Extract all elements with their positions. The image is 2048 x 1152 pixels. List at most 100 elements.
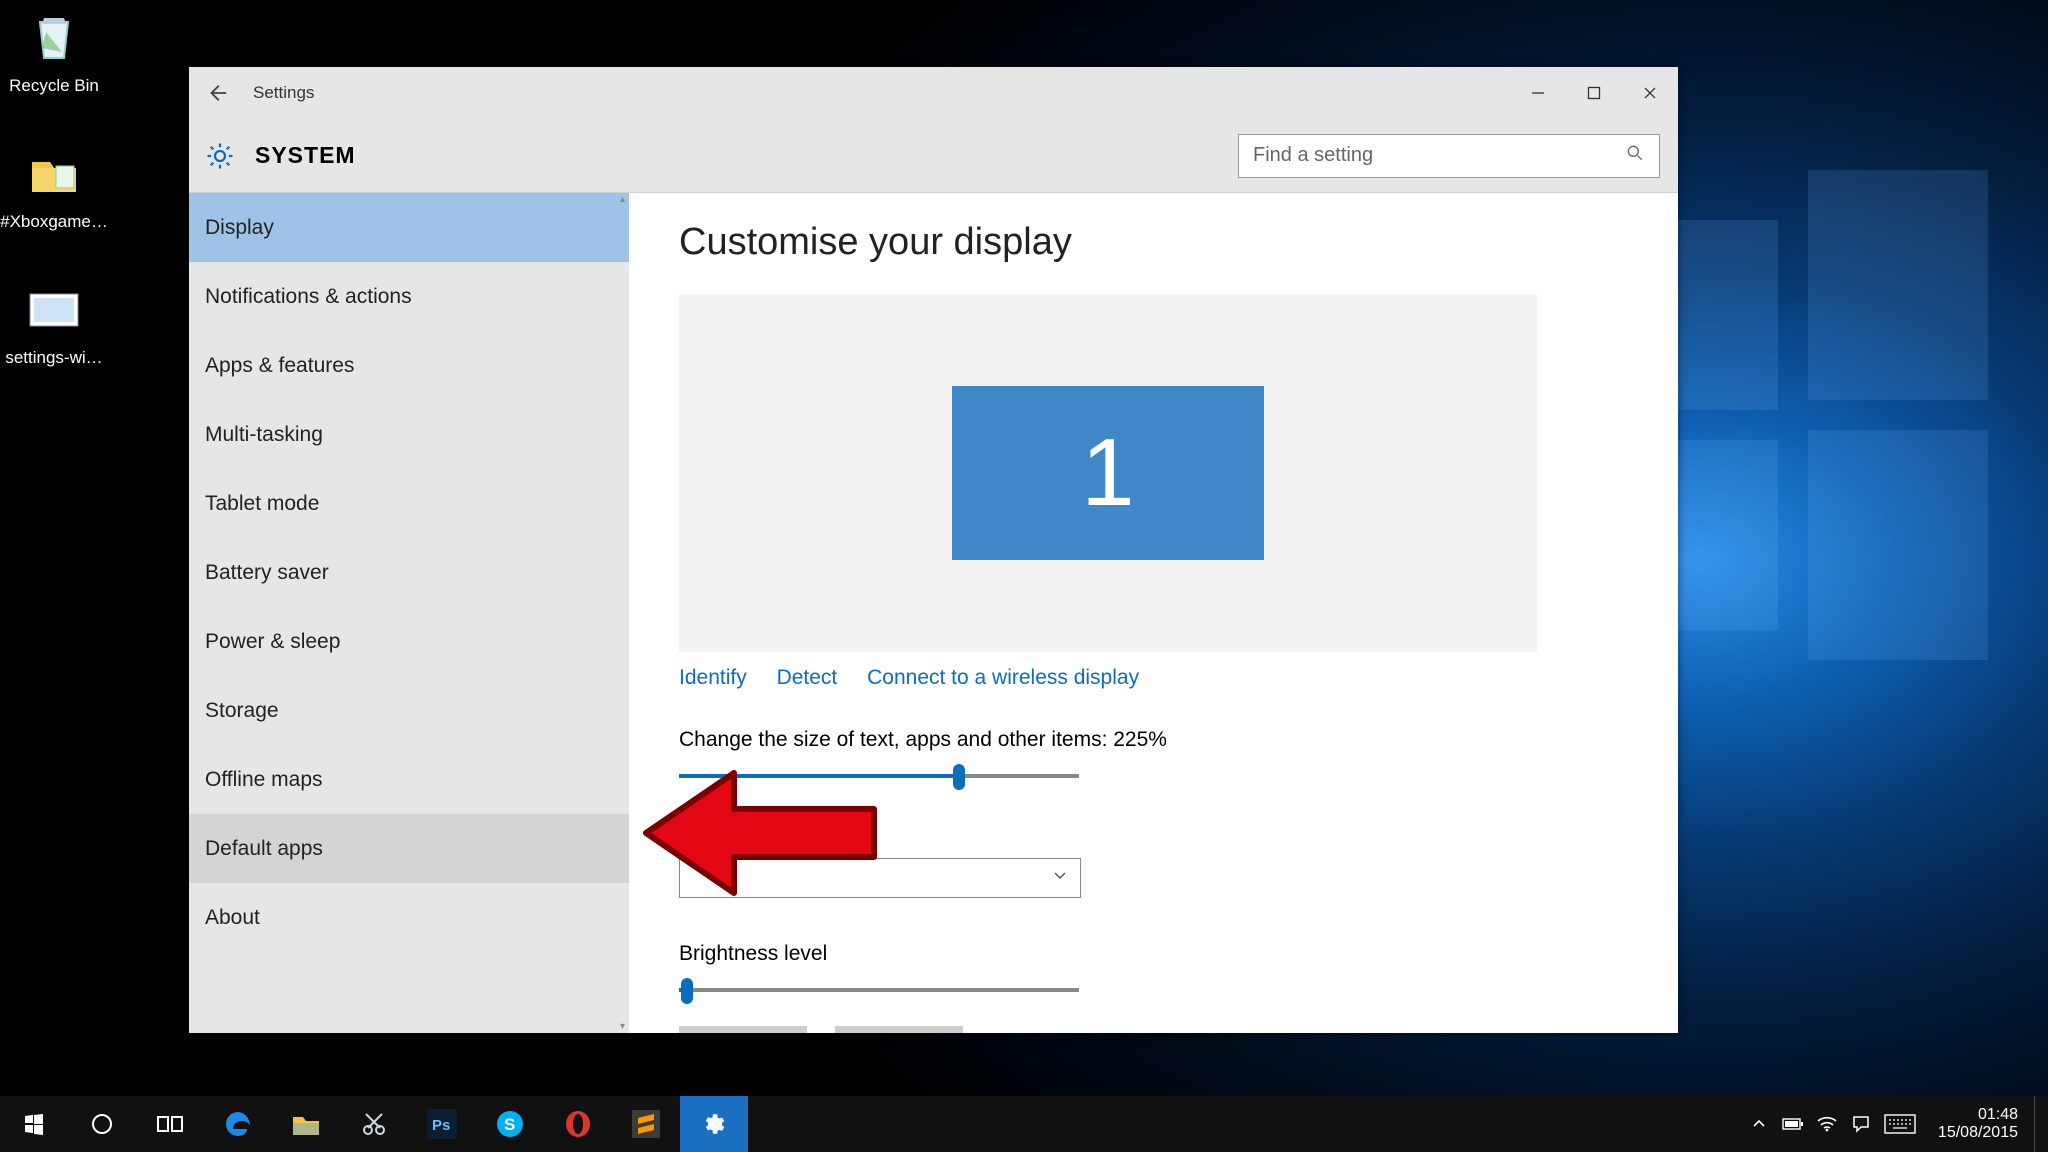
close-icon [1643, 86, 1657, 100]
display-action-links: Identify Detect Connect to a wireless di… [679, 666, 1628, 690]
taskbar-app-settings[interactable] [680, 1096, 748, 1152]
tray-battery[interactable] [1776, 1096, 1810, 1152]
minimize-button[interactable] [1510, 67, 1566, 119]
sidebar: Display Notifications & actions Apps & f… [189, 193, 629, 1033]
sidebar-item-storage[interactable]: Storage [189, 676, 629, 745]
chevron-up-icon [1752, 1117, 1766, 1131]
maximize-button[interactable] [1566, 67, 1622, 119]
windows-logo-icon [22, 1112, 46, 1136]
taskbar: Ps S 01:48 15/08/ [0, 1096, 2048, 1152]
taskbar-app-opera[interactable] [544, 1096, 612, 1152]
taskbar-app-sublime[interactable] [612, 1096, 680, 1152]
scroll-up-icon[interactable]: ▴ [616, 193, 629, 206]
sidebar-item-label: Display [205, 216, 274, 240]
keyboard-icon [1884, 1114, 1916, 1134]
close-button[interactable] [1622, 67, 1678, 119]
system-tray: 01:48 15/08/2015 [1742, 1096, 2048, 1152]
sidebar-item-label: Default apps [205, 837, 323, 861]
search-icon [1625, 143, 1645, 169]
sidebar-item-display[interactable]: Display [189, 193, 629, 262]
sidebar-item-apps-features[interactable]: Apps & features [189, 331, 629, 400]
svg-text:Ps: Ps [432, 1117, 450, 1134]
image-file-icon [22, 278, 86, 342]
sidebar-item-battery-saver[interactable]: Battery saver [189, 538, 629, 607]
sidebar-item-label: Storage [205, 699, 279, 723]
sidebar-item-label: Tablet mode [205, 492, 319, 516]
connect-wireless-link[interactable]: Connect to a wireless display [867, 666, 1139, 689]
monitor-number: 1 [1081, 418, 1134, 528]
settings-window: Settings SYSTEM Find a setting Display N… [189, 67, 1678, 1033]
cortana-circle-icon [90, 1112, 114, 1136]
battery-icon [1782, 1117, 1804, 1131]
action-center-icon [1852, 1115, 1870, 1133]
scissors-icon [360, 1110, 388, 1138]
sidebar-item-offline-maps[interactable]: Offline maps [189, 745, 629, 814]
desktop-icon-recycle-bin[interactable]: Recycle Bin [0, 6, 114, 96]
display-preview[interactable]: 1 [679, 294, 1537, 652]
sidebar-item-label: Power & sleep [205, 630, 340, 654]
identify-link[interactable]: Identify [679, 666, 747, 689]
titlebar: Settings [189, 67, 1678, 119]
sidebar-item-tablet-mode[interactable]: Tablet mode [189, 469, 629, 538]
taskbar-app-explorer[interactable] [272, 1096, 340, 1152]
sidebar-item-power-sleep[interactable]: Power & sleep [189, 607, 629, 676]
brightness-slider[interactable] [679, 988, 1079, 992]
sidebar-item-label: Notifications & actions [205, 285, 412, 309]
clock-date: 15/08/2015 [1938, 1124, 2018, 1142]
skype-icon: S [495, 1109, 525, 1139]
search-input[interactable]: Find a setting [1238, 134, 1660, 178]
sidebar-scrollbar[interactable]: ▴ ▾ [616, 193, 629, 1033]
folder-icon [22, 142, 86, 206]
sidebar-item-label: Battery saver [205, 561, 329, 585]
sidebar-item-multitasking[interactable]: Multi-tasking [189, 400, 629, 469]
content-pane: Customise your display 1 Identify Detect… [629, 193, 1678, 1033]
scale-slider[interactable] [679, 774, 1079, 778]
task-view-icon [157, 1114, 183, 1134]
opera-icon [563, 1109, 593, 1139]
search-placeholder: Find a setting [1253, 144, 1625, 167]
gear-icon [203, 139, 237, 173]
settings-gear-icon [701, 1111, 727, 1137]
sidebar-item-default-apps[interactable]: Default apps [189, 814, 629, 883]
taskbar-app-snip[interactable] [340, 1096, 408, 1152]
category-header: SYSTEM Find a setting [189, 119, 1678, 193]
start-button[interactable] [0, 1096, 68, 1152]
desktop-icon-label: Recycle Bin [0, 76, 114, 96]
back-arrow-icon [206, 82, 228, 104]
search-task-button[interactable] [68, 1096, 136, 1152]
tray-input-indicator[interactable] [1878, 1096, 1922, 1152]
brightness-label: Brightness level [679, 942, 1628, 966]
sidebar-item-notifications[interactable]: Notifications & actions [189, 262, 629, 331]
orientation-dropdown[interactable] [679, 858, 1081, 898]
desktop-icon-xboxgame[interactable]: #Xboxgame… [0, 142, 114, 232]
back-button[interactable] [189, 67, 245, 119]
tray-overflow[interactable] [1742, 1096, 1776, 1152]
show-desktop-button[interactable] [2034, 1096, 2042, 1152]
taskbar-app-photoshop[interactable]: Ps [408, 1096, 476, 1152]
detect-link[interactable]: Detect [777, 666, 838, 689]
chevron-down-icon [1052, 867, 1068, 889]
apply-cancel-row [679, 1026, 1628, 1033]
apply-button[interactable] [679, 1026, 807, 1033]
scroll-down-icon[interactable]: ▾ [616, 1020, 629, 1033]
recycle-bin-icon [22, 6, 86, 70]
scale-label: Change the size of text, apps and other … [679, 728, 1628, 752]
monitor-tile-1[interactable]: 1 [952, 386, 1264, 560]
taskbar-app-edge[interactable] [204, 1096, 272, 1152]
file-explorer-icon [291, 1111, 321, 1137]
desktop-icon-label: #Xboxgame… [0, 212, 114, 232]
tray-action-center[interactable] [1844, 1096, 1878, 1152]
sidebar-item-about[interactable]: About [189, 883, 629, 952]
photoshop-icon: Ps [427, 1109, 457, 1139]
minimize-icon [1531, 86, 1545, 100]
maximize-icon [1587, 86, 1601, 100]
wifi-icon [1817, 1116, 1837, 1132]
taskbar-app-skype[interactable]: S [476, 1096, 544, 1152]
svg-text:S: S [504, 1115, 515, 1134]
taskbar-clock[interactable]: 01:48 15/08/2015 [1928, 1106, 2028, 1142]
page-heading: Customise your display [679, 221, 1628, 264]
tray-wifi[interactable] [1810, 1096, 1844, 1152]
task-view-button[interactable] [136, 1096, 204, 1152]
cancel-button[interactable] [835, 1026, 963, 1033]
desktop-icon-settings-img[interactable]: settings-wi… [0, 278, 114, 368]
